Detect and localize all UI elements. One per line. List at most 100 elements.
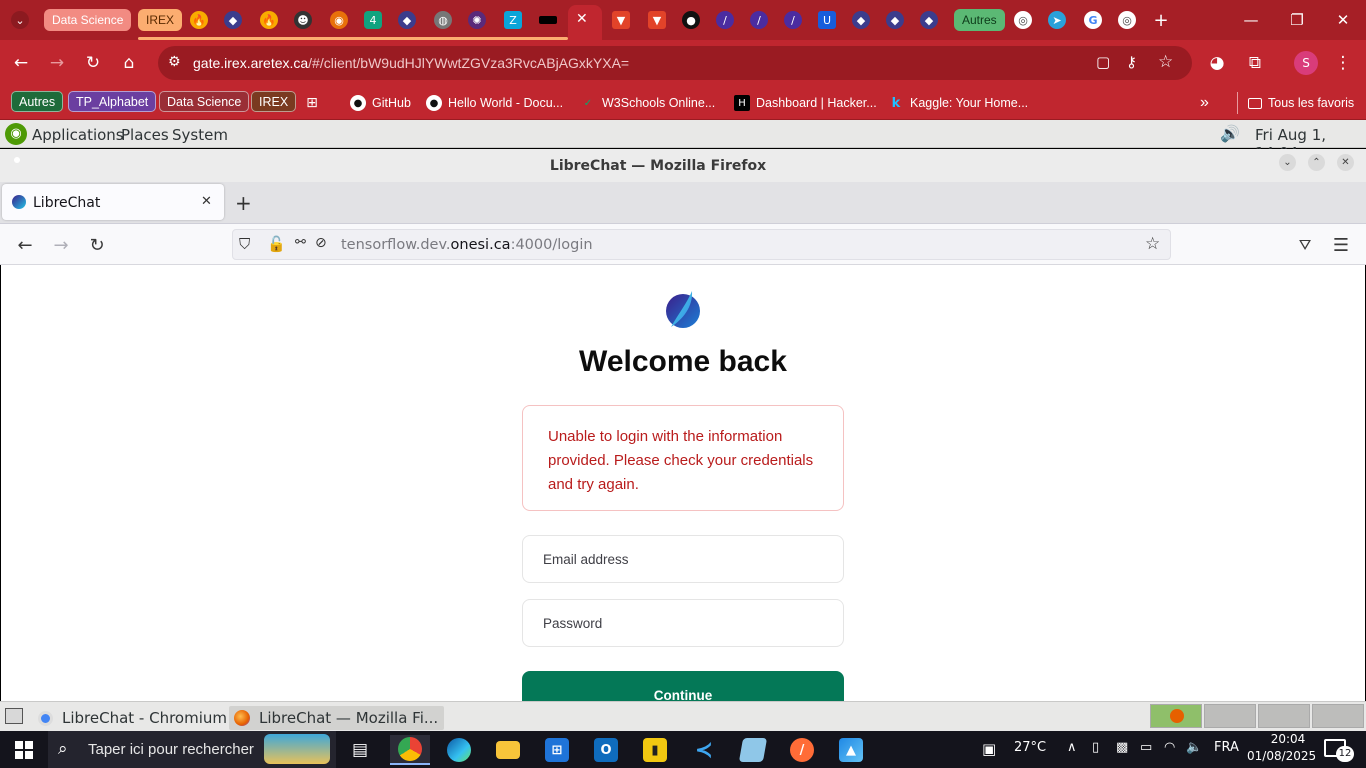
bookmark-kaggle[interactable]: k Kaggle: Your Home... bbox=[888, 92, 1028, 114]
taskbar-app-postman[interactable]: / bbox=[782, 735, 822, 765]
tab[interactable]: 🔥 bbox=[258, 6, 280, 34]
tab[interactable]: ◆ bbox=[884, 6, 906, 34]
taskbar-app-powerbi[interactable]: ▮ bbox=[635, 735, 675, 765]
active-tab[interactable]: ✕ bbox=[568, 5, 602, 40]
tracking-shield-icon[interactable]: ⛉ bbox=[239, 235, 250, 253]
tab[interactable]: / bbox=[714, 6, 736, 34]
continue-button[interactable]: Continue bbox=[522, 671, 844, 701]
tab-search-button[interactable]: ⌄ bbox=[6, 6, 34, 34]
bookmark-w3schools[interactable]: ✓ W3Schools Online... bbox=[580, 92, 715, 114]
clock-time[interactable]: 20:04 bbox=[1262, 732, 1314, 746]
bookmark-folder-autres[interactable]: Autres bbox=[11, 91, 64, 112]
bookmark-github[interactable]: ● GitHub bbox=[350, 92, 411, 114]
taskbar-app-vscode[interactable]: ≺ bbox=[684, 735, 724, 765]
extension-button[interactable]: ◕ bbox=[1204, 50, 1230, 76]
ff-reload-button[interactable]: ↻ bbox=[84, 232, 110, 258]
ff-forward-button[interactable]: → bbox=[48, 232, 74, 258]
taskbar-app-photos[interactable]: ▲ bbox=[831, 735, 871, 765]
back-button[interactable]: ← bbox=[8, 50, 34, 76]
news-widget-icon[interactable]: ▣ bbox=[982, 740, 996, 758]
home-button[interactable]: ⌂ bbox=[116, 50, 142, 76]
more-bookmarks-button[interactable]: » bbox=[1200, 92, 1209, 114]
tab[interactable]: G bbox=[1082, 6, 1104, 34]
new-tab-button[interactable]: + bbox=[1150, 6, 1172, 34]
bookmark-folder-tp-alphabet[interactable]: TP_Alphabet bbox=[68, 91, 157, 112]
tab[interactable]: ◍ bbox=[432, 6, 454, 34]
ff-maximize-button[interactable]: ⌃ bbox=[1308, 154, 1325, 171]
language-indicator[interactable]: FRA bbox=[1214, 740, 1239, 755]
task-view-button[interactable]: ▤ bbox=[340, 735, 380, 765]
star-icon[interactable]: ☆ bbox=[1158, 52, 1173, 72]
start-button[interactable] bbox=[4, 735, 44, 765]
battery-icon[interactable]: ▭ bbox=[1140, 740, 1152, 755]
taskbar-app-edge[interactable] bbox=[439, 735, 479, 765]
ff-new-tab-button[interactable]: + bbox=[235, 191, 252, 215]
weather-text[interactable]: 27°C bbox=[1014, 740, 1046, 755]
clipboard-icon[interactable]: ▢ bbox=[1096, 53, 1110, 71]
close-window-button[interactable]: ✕ bbox=[1330, 8, 1356, 32]
minimize-button[interactable]: — bbox=[1238, 8, 1264, 32]
blocked-icon[interactable]: ⊘ bbox=[315, 235, 327, 251]
workspace-1[interactable] bbox=[1150, 704, 1202, 728]
taskbar-app-store[interactable]: ⊞ bbox=[537, 735, 577, 765]
site-settings-icon[interactable]: ⚙ bbox=[168, 54, 181, 70]
reload-button[interactable]: ↻ bbox=[80, 50, 106, 76]
pocket-button[interactable]: ⛛ bbox=[1292, 232, 1318, 258]
bookmark-dashboard[interactable]: H Dashboard | Hacker... bbox=[734, 92, 877, 114]
taskbar-app-explorer[interactable] bbox=[488, 735, 528, 765]
tab[interactable]: ◆ bbox=[396, 6, 418, 34]
apps-button[interactable]: ⊞ bbox=[304, 92, 326, 114]
taskbar-firefox[interactable]: LibreChat — Mozilla Fi... bbox=[229, 706, 445, 730]
usb-icon[interactable]: ▯ bbox=[1092, 740, 1099, 755]
tab[interactable]: ☻ bbox=[292, 6, 314, 34]
extensions-menu-button[interactable]: ⧉ bbox=[1242, 50, 1268, 76]
ff-back-button[interactable]: ← bbox=[12, 232, 38, 258]
bookmark-hello-world[interactable]: ● Hello World - Docu... bbox=[426, 92, 563, 114]
bookmark-folder-data-science[interactable]: Data Science bbox=[159, 91, 250, 112]
tab-group-irex[interactable]: IREX bbox=[138, 9, 183, 31]
bookmark-folder-irex[interactable]: IREX bbox=[251, 91, 297, 112]
tab[interactable]: 🔥 bbox=[188, 6, 210, 34]
tab[interactable]: ✺ bbox=[466, 6, 488, 34]
volume-icon[interactable]: 🔈 bbox=[1186, 740, 1202, 755]
close-icon[interactable]: ✕ bbox=[576, 11, 588, 27]
tab[interactable]: / bbox=[748, 6, 770, 34]
ff-menu-button[interactable]: ☰ bbox=[1328, 232, 1354, 258]
star-icon[interactable]: ☆ bbox=[1145, 234, 1160, 254]
tab[interactable]: ◎ bbox=[1012, 6, 1034, 34]
firefox-tab-librechat[interactable]: LibreChat ✕ bbox=[2, 184, 224, 220]
workspace-4[interactable] bbox=[1312, 704, 1364, 728]
ff-minimize-button[interactable]: ⌄ bbox=[1279, 154, 1296, 171]
permissions-icon[interactable]: ⚯ bbox=[295, 235, 306, 250]
tab[interactable]: Z bbox=[502, 6, 524, 34]
tab[interactable]: 4 bbox=[362, 6, 384, 34]
tab-group-data-science[interactable]: Data Science bbox=[44, 9, 132, 31]
email-field[interactable]: Email address bbox=[522, 535, 844, 583]
tab[interactable] bbox=[536, 6, 560, 34]
tab[interactable]: ▼ bbox=[646, 6, 668, 34]
tab[interactable]: ● bbox=[680, 6, 702, 34]
notification-icon[interactable]: 12 bbox=[1324, 739, 1354, 762]
key-icon[interactable]: ⚷ bbox=[1126, 53, 1137, 71]
tab[interactable]: ◎ bbox=[1116, 6, 1138, 34]
profile-avatar[interactable]: S bbox=[1294, 51, 1318, 75]
workspace-3[interactable] bbox=[1258, 704, 1310, 728]
tab[interactable]: ➤ bbox=[1046, 6, 1068, 34]
ff-address-bar[interactable]: ⛉ 🔓 ⚯ ⊘ tensorflow.dev.onesi.ca:4000/log… bbox=[232, 229, 1171, 260]
menu-system[interactable]: System bbox=[172, 126, 228, 144]
taskbar-app-chrome[interactable] bbox=[390, 735, 430, 765]
clock-date[interactable]: 01/08/2025 bbox=[1247, 749, 1316, 763]
chromium-address-bar[interactable]: ⚙ gate.irex.aretex.ca/#/client/bW9udHJlY… bbox=[158, 46, 1192, 80]
show-desktop-icon[interactable] bbox=[5, 708, 23, 724]
tab[interactable]: U bbox=[816, 6, 838, 34]
wifi-icon[interactable]: ◠ bbox=[1164, 740, 1175, 755]
tab[interactable]: ◉ bbox=[328, 6, 350, 34]
taskbar-app-outlook[interactable]: O bbox=[586, 735, 626, 765]
chevron-up-icon[interactable]: ∧ bbox=[1067, 740, 1077, 755]
volume-icon[interactable]: 🔊 bbox=[1220, 124, 1240, 143]
password-field[interactable]: Password bbox=[522, 599, 844, 647]
close-icon[interactable]: ✕ bbox=[201, 194, 212, 209]
chromium-menu-button[interactable]: ⋮ bbox=[1330, 50, 1356, 76]
all-bookmarks-button[interactable]: Tous les favoris bbox=[1248, 92, 1354, 114]
gnome-foot-icon[interactable]: ◉ bbox=[5, 123, 27, 145]
